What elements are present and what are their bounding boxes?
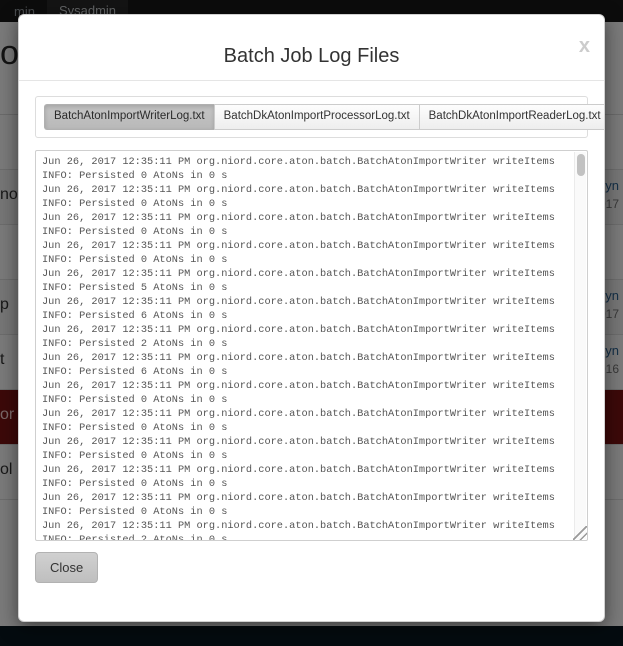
dialog-body: BatchAtonImportWriterLog.txt BatchDkAton… [19,82,604,541]
tab-batch-aton-import-writer-log[interactable]: BatchAtonImportWriterLog.txt [44,104,214,130]
dialog-header: Batch Job Log Files x [19,15,604,81]
dialog-title: Batch Job Log Files [223,45,400,67]
tab-batch-dk-aton-import-processor-log[interactable]: BatchDkAtonImportProcessorLog.txt [213,104,419,130]
log-scrollbar[interactable] [574,151,586,539]
log-file-tabs-panel: BatchAtonImportWriterLog.txt BatchDkAton… [35,96,604,138]
log-file-tabs: BatchAtonImportWriterLog.txt BatchDkAton… [44,104,604,130]
log-scrollbar-thumb[interactable] [577,153,585,176]
close-icon[interactable]: x [579,36,590,56]
batch-job-log-files-dialog: Batch Job Log Files x BatchAtonImportWri… [18,14,605,622]
tab-batch-dk-aton-import-reader-log[interactable]: BatchDkAtonImportReaderLog.txt [418,104,604,130]
log-viewer: Jun 26, 2017 12:35:11 PM org.niord.core.… [35,149,588,541]
modal-overlay[interactable]: Batch Job Log Files x BatchAtonImportWri… [0,0,623,646]
log-content-textarea[interactable]: Jun 26, 2017 12:35:11 PM org.niord.core.… [35,149,588,541]
close-button[interactable]: Close [35,552,99,583]
dialog-footer: Close [19,538,604,621]
